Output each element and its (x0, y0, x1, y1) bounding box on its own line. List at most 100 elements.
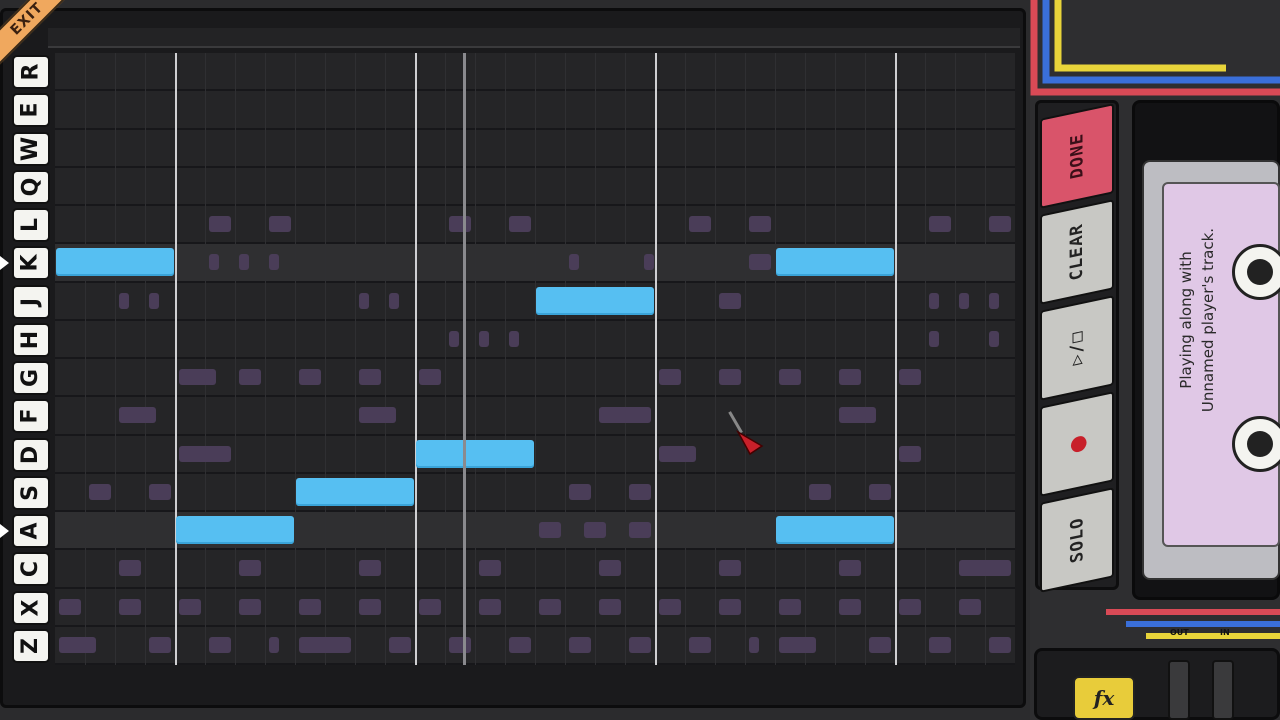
ghost-note (659, 598, 681, 615)
key-E[interactable]: E (12, 93, 50, 128)
done-button[interactable]: DONE (1040, 103, 1114, 209)
grid-line (595, 53, 596, 665)
ghost-note (899, 369, 921, 386)
timeline-bar[interactable] (48, 28, 1020, 48)
key-S[interactable]: S (12, 475, 50, 510)
ghost-note (959, 598, 981, 615)
ghost-note (569, 483, 591, 500)
out-slider[interactable] (1168, 660, 1190, 720)
play-pause-button[interactable]: ▷/□ (1040, 295, 1114, 401)
key-W[interactable]: W (12, 131, 50, 166)
solo-button[interactable]: SOLO (1040, 487, 1114, 593)
note-block[interactable] (176, 516, 294, 545)
key-D[interactable]: D (12, 437, 50, 472)
ghost-note (689, 636, 711, 653)
note-block[interactable] (776, 248, 894, 277)
ghost-note (179, 445, 231, 462)
note-grid[interactable] (55, 53, 1015, 665)
ghost-note (179, 598, 201, 615)
grid-line (115, 53, 116, 665)
note-block[interactable] (536, 286, 654, 315)
note-block[interactable] (296, 477, 414, 506)
grid-line (145, 53, 146, 665)
ghost-note (644, 254, 654, 271)
ghost-note (299, 369, 321, 386)
ghost-note (629, 483, 651, 500)
ghost-note (209, 254, 219, 271)
ghost-note (659, 369, 681, 386)
grid-line (235, 53, 236, 665)
key-L[interactable]: L (12, 208, 50, 243)
grid-line (745, 53, 746, 665)
ghost-note (239, 598, 261, 615)
ghost-note (749, 216, 771, 233)
key-Z[interactable]: Z (12, 628, 50, 663)
key-label: K (18, 254, 43, 272)
grid-line (85, 53, 86, 665)
ghost-note (389, 636, 411, 653)
grid-line (715, 53, 716, 665)
note-block[interactable] (416, 439, 534, 468)
grid-line (445, 53, 446, 665)
ghost-note (479, 598, 501, 615)
ghost-note (899, 598, 921, 615)
note-block[interactable] (776, 516, 894, 545)
control-buttons: DONE CLEAR ▷/□ ● SOLO (1035, 100, 1119, 593)
ghost-note (449, 636, 471, 653)
key-Q[interactable]: Q (12, 169, 50, 204)
key-K[interactable]: K (12, 246, 50, 281)
in-slider[interactable] (1212, 660, 1234, 720)
key-H[interactable]: H (12, 322, 50, 357)
key-G[interactable]: G (12, 361, 50, 396)
ghost-note (179, 369, 216, 386)
ghost-note (539, 522, 561, 539)
ghost-note (149, 636, 171, 653)
grid-line (205, 53, 206, 665)
key-X[interactable]: X (12, 590, 50, 625)
key-label: L (18, 218, 43, 233)
ghost-note (749, 636, 759, 653)
clear-button[interactable]: CLEAR (1040, 199, 1114, 305)
grid-line (505, 53, 506, 665)
ghost-note (59, 598, 81, 615)
ghost-note (479, 330, 489, 347)
output-cable-decoration (1106, 609, 1280, 639)
key-C[interactable]: C (12, 552, 50, 587)
ghost-note (419, 598, 441, 615)
fx-button[interactable]: fx (1073, 676, 1135, 720)
key-F[interactable]: F (12, 399, 50, 434)
ghost-note (839, 369, 861, 386)
solo-label: SOLO (1066, 515, 1087, 565)
ghost-note (989, 292, 999, 309)
ghost-note (839, 560, 861, 577)
ghost-note (584, 522, 606, 539)
ghost-note (59, 636, 96, 653)
ghost-note (479, 560, 501, 577)
active-row-marker (0, 256, 9, 271)
playhead[interactable] (463, 53, 466, 665)
cassette-label-text: Playing along with Unnamed player's trac… (1175, 170, 1219, 470)
ghost-note (929, 636, 951, 653)
grid-line (325, 53, 326, 665)
grid-line (925, 53, 926, 665)
ghost-note (839, 598, 861, 615)
tape-reel-icon (1232, 244, 1280, 300)
note-block[interactable] (56, 248, 174, 277)
ghost-note (569, 636, 591, 653)
ghost-note (539, 598, 561, 615)
ghost-note (989, 330, 999, 347)
ghost-note (509, 330, 519, 347)
done-label: DONE (1066, 131, 1087, 181)
tape-reel-icon (1232, 416, 1280, 472)
grid-line (685, 53, 686, 665)
ghost-note (299, 636, 351, 653)
key-A[interactable]: A (12, 514, 50, 549)
ghost-note (359, 407, 396, 424)
grid-line (805, 53, 806, 665)
grid-line (265, 53, 266, 665)
ghost-note (779, 369, 801, 386)
key-R[interactable]: R (12, 55, 50, 90)
key-J[interactable]: J (12, 284, 50, 319)
record-button[interactable]: ● (1040, 391, 1114, 497)
key-label: Q (17, 177, 43, 197)
